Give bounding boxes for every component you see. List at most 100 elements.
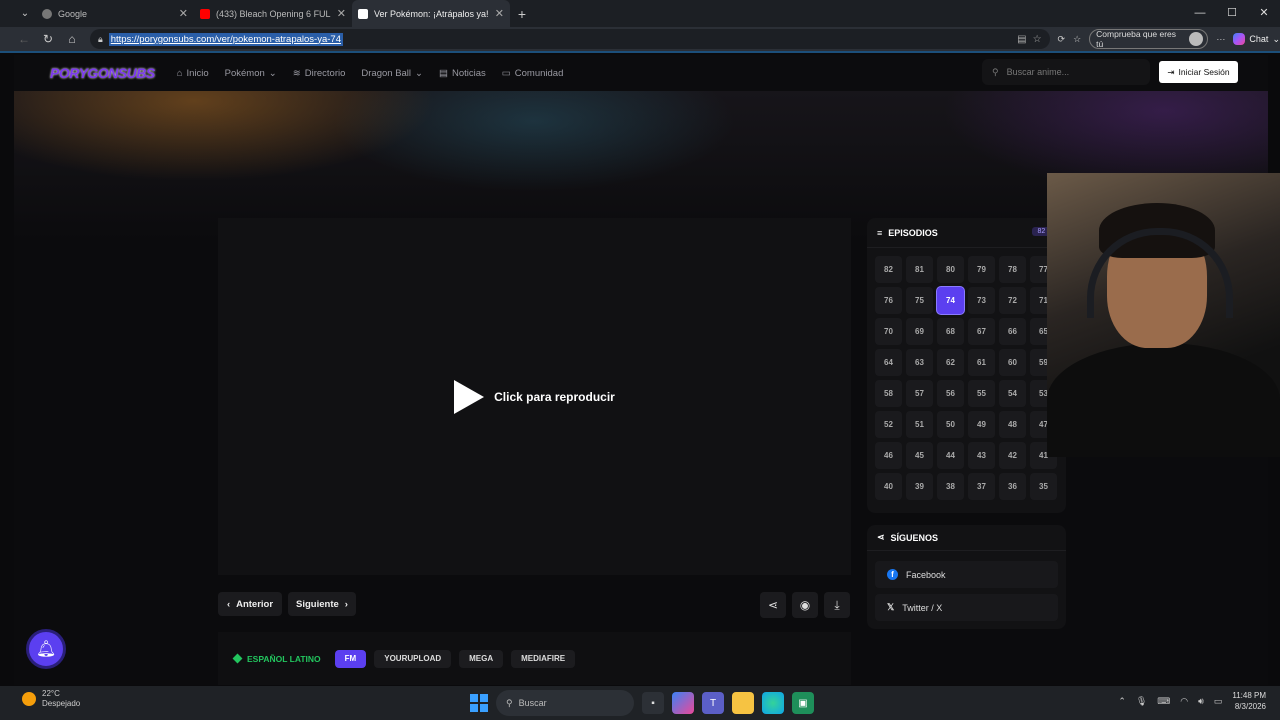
- server-mega[interactable]: MEGA: [459, 649, 504, 668]
- task-view-icon[interactable]: ▪: [642, 692, 664, 714]
- episode-69-button[interactable]: 69: [906, 318, 933, 345]
- episode-61-button[interactable]: 61: [968, 349, 995, 376]
- wifi-icon[interactable]: ◠: [1180, 696, 1188, 707]
- episode-63-button[interactable]: 63: [906, 349, 933, 376]
- episode-62-button[interactable]: 62: [937, 349, 964, 376]
- episode-58-button[interactable]: 58: [875, 380, 902, 407]
- teams-icon[interactable]: T: [702, 692, 724, 714]
- nav-item-pokemon[interactable]: Pokémon ⌄: [225, 68, 277, 79]
- play-label[interactable]: Click para reproducir: [494, 390, 615, 404]
- home-icon[interactable]: ⌂: [60, 32, 84, 46]
- episode-82-button[interactable]: 82: [875, 256, 902, 283]
- nav-item-inicio[interactable]: ⌂ Inicio: [177, 68, 209, 79]
- play-icon[interactable]: [454, 379, 485, 414]
- episode-36-button[interactable]: 36: [999, 473, 1026, 500]
- refresh-icon[interactable]: ↻: [36, 32, 60, 46]
- episode-44-button[interactable]: 44: [937, 442, 964, 469]
- episode-50-button[interactable]: 50: [937, 411, 964, 438]
- volume-icon[interactable]: 🔊︎: [1198, 696, 1204, 707]
- extensions-icon[interactable]: ⟳: [1058, 34, 1066, 45]
- app-icon[interactable]: ▣: [792, 692, 814, 714]
- back-icon[interactable]: ←: [12, 32, 36, 46]
- nav-item-noticias[interactable]: ▤ Noticias: [439, 68, 486, 79]
- episode-49-button[interactable]: 49: [968, 411, 995, 438]
- server-yourupload[interactable]: YOURUPLOAD: [374, 649, 452, 668]
- video-player[interactable]: Click para reproducir: [218, 218, 851, 575]
- episode-64-button[interactable]: 64: [875, 349, 902, 376]
- close-icon[interactable]: ✕: [179, 7, 188, 20]
- episode-56-button[interactable]: 56: [937, 380, 964, 407]
- url-bar[interactable]: 🔒︎ https://porygonsubs.com/ver/pokemon-a…: [89, 29, 1050, 49]
- tab-google[interactable]: Google ✕: [36, 0, 194, 27]
- episode-75-button[interactable]: 75: [906, 287, 933, 314]
- close-icon[interactable]: ✕: [495, 7, 504, 20]
- more-icon[interactable]: ···: [1216, 34, 1225, 44]
- episode-74-button[interactable]: 74: [937, 287, 964, 314]
- episode-60-button[interactable]: 60: [999, 349, 1026, 376]
- episode-57-button[interactable]: 57: [906, 380, 933, 407]
- minimize-icon[interactable]: —: [1184, 0, 1216, 27]
- nav-item-directorio[interactable]: ≋ Directorio: [293, 68, 346, 79]
- episode-39-button[interactable]: 39: [906, 473, 933, 500]
- tab-list-button[interactable]: ⌄: [14, 3, 36, 25]
- nav-item-comunidad[interactable]: ▭ Comunidad: [502, 68, 564, 79]
- episode-54-button[interactable]: 54: [999, 380, 1026, 407]
- previous-episode-button[interactable]: ‹ Anterior: [218, 592, 282, 616]
- maximize-icon[interactable]: ☐: [1216, 0, 1248, 27]
- site-search-input[interactable]: ⚲ Buscar anime...: [982, 59, 1150, 85]
- reader-icon[interactable]: ▤: [1017, 34, 1026, 45]
- watched-button[interactable]: ◉: [792, 592, 818, 618]
- server-mediafire[interactable]: MEDIAFIRE: [511, 649, 576, 668]
- facebook-link[interactable]: f Facebook: [875, 561, 1058, 588]
- share-button[interactable]: ⋖: [760, 592, 786, 618]
- new-tab-button[interactable]: +: [510, 6, 534, 22]
- episode-43-button[interactable]: 43: [968, 442, 995, 469]
- episode-66-button[interactable]: 66: [999, 318, 1026, 345]
- episode-79-button[interactable]: 79: [968, 256, 995, 283]
- url-text[interactable]: https://porygonsubs.com/ver/pokemon-atra…: [108, 32, 343, 46]
- favorites-icon[interactable]: ☆: [1073, 34, 1081, 45]
- episode-76-button[interactable]: 76: [875, 287, 902, 314]
- episode-55-button[interactable]: 55: [968, 380, 995, 407]
- site-logo[interactable]: PORYGONSUBS: [50, 65, 155, 81]
- episode-68-button[interactable]: 68: [937, 318, 964, 345]
- mic-icon[interactable]: 🎙︎: [1136, 696, 1147, 707]
- close-icon[interactable]: ✕: [337, 7, 346, 20]
- edge-icon[interactable]: [762, 692, 784, 714]
- twitter-link[interactable]: 𝕏 Twitter / X: [875, 594, 1058, 621]
- episode-35-button[interactable]: 35: [1030, 473, 1057, 500]
- episode-40-button[interactable]: 40: [875, 473, 902, 500]
- episode-67-button[interactable]: 67: [968, 318, 995, 345]
- lock-icon[interactable]: 🔒︎: [98, 34, 103, 45]
- episode-81-button[interactable]: 81: [906, 256, 933, 283]
- battery-icon[interactable]: ▭: [1214, 696, 1223, 707]
- server-fm[interactable]: FM: [334, 649, 367, 668]
- episode-73-button[interactable]: 73: [968, 287, 995, 314]
- episode-78-button[interactable]: 78: [999, 256, 1026, 283]
- episode-72-button[interactable]: 72: [999, 287, 1026, 314]
- login-button[interactable]: ⇥ Iniciar Sesión: [1159, 61, 1238, 83]
- file-explorer-icon[interactable]: [732, 692, 754, 714]
- download-button[interactable]: ⤓: [824, 592, 850, 618]
- episode-48-button[interactable]: 48: [999, 411, 1026, 438]
- episode-51-button[interactable]: 51: [906, 411, 933, 438]
- episode-45-button[interactable]: 45: [906, 442, 933, 469]
- copilot-app-icon[interactable]: [672, 692, 694, 714]
- episode-80-button[interactable]: 80: [937, 256, 964, 283]
- episode-52-button[interactable]: 52: [875, 411, 902, 438]
- tab-youtube[interactable]: (433) Bleach Opening 6 FULL - Ali ✕: [194, 0, 352, 27]
- nav-item-dragon-ball[interactable]: Dragon Ball ⌄: [361, 68, 423, 79]
- keyboard-icon[interactable]: ⌨: [1157, 696, 1170, 707]
- episode-38-button[interactable]: 38: [937, 473, 964, 500]
- copilot-chat-button[interactable]: Chat ⌄: [1233, 33, 1280, 45]
- episode-46-button[interactable]: 46: [875, 442, 902, 469]
- clock[interactable]: 11:48 PM 8/3/2026: [1232, 690, 1266, 712]
- taskbar-search[interactable]: ⚲ Buscar: [496, 690, 634, 716]
- favorite-star-icon[interactable]: ☆: [1033, 34, 1042, 45]
- profile-verify-button[interactable]: Comprueba que eres tú: [1089, 29, 1209, 49]
- episode-42-button[interactable]: 42: [999, 442, 1026, 469]
- close-window-icon[interactable]: ✕: [1248, 0, 1280, 27]
- tab-porygonsubs[interactable]: Ver Pokémon: ¡Atrápalos ya! capít ✕: [352, 0, 510, 27]
- next-episode-button[interactable]: Siguiente ›: [288, 592, 356, 616]
- windows-start-icon[interactable]: [470, 694, 488, 712]
